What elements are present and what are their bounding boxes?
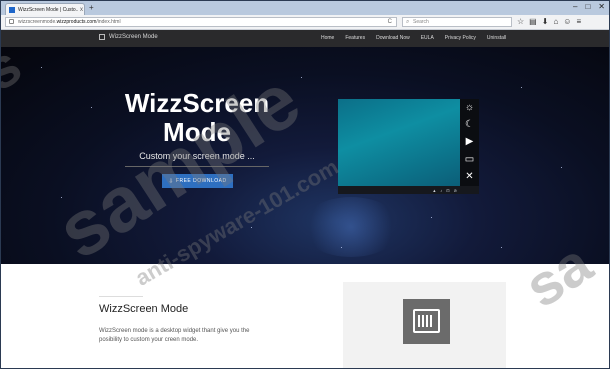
- screen-mode-widget: ☼ ☾ ▶ ▭ ✕: [460, 99, 479, 186]
- tab-close-icon[interactable]: x: [80, 7, 83, 13]
- nav-uninstall[interactable]: Uninstall: [487, 35, 506, 41]
- hero-glow: [301, 197, 401, 257]
- browser-window: WizzScreen Mode | Custo... x + – □ ✕ wiz…: [0, 0, 610, 369]
- url-prefix: wizzscreenmode.: [18, 19, 57, 25]
- nav-home[interactable]: Home: [321, 35, 334, 41]
- search-placeholder: Search: [413, 19, 429, 25]
- tray-arrow-icon: ▲: [432, 187, 437, 193]
- tab-title: WizzScreen Mode | Custo...: [18, 6, 78, 13]
- account-icon[interactable]: ☺: [563, 16, 571, 28]
- tray-volume-icon: ♪: [440, 187, 443, 193]
- search-icon: ⌕: [406, 19, 410, 25]
- url-domain: wizzproducts.com: [56, 19, 97, 25]
- maximize-icon[interactable]: □: [585, 2, 590, 11]
- star: [501, 247, 502, 248]
- equalizer-monitor-icon: [403, 299, 450, 344]
- address-bar[interactable]: wizzscreenmode.wizzproducts.com/index.ht…: [5, 17, 397, 27]
- hero-title-line1: WizzScreen: [124, 88, 270, 118]
- downloads-icon[interactable]: ⬇: [542, 16, 549, 28]
- tray-app-icon: ⊘: [453, 187, 457, 193]
- reading-mode-icon: ▭: [464, 153, 475, 165]
- star: [251, 227, 252, 228]
- about-section: WizzScreen Mode WizzScreen mode is a des…: [1, 264, 609, 368]
- desktop-wallpaper: [338, 99, 460, 186]
- section-description: WizzScreen mode is a desktop widget than…: [99, 328, 250, 343]
- hero-title-line2: Mode: [163, 117, 231, 147]
- free-download-label: FREE DOWNLOAD: [175, 178, 227, 184]
- window-controls: – □ ✕: [573, 2, 605, 11]
- brightness-icon: ☼: [464, 101, 475, 113]
- home-icon[interactable]: ⌂: [553, 16, 558, 28]
- url-path: /index.html: [96, 19, 121, 25]
- browser-tab[interactable]: WizzScreen Mode | Custo... x: [5, 3, 85, 15]
- hero-title: WizzScreen Mode: [113, 89, 281, 147]
- star: [521, 87, 522, 88]
- reload-icon[interactable]: C: [388, 18, 392, 26]
- menu-icon[interactable]: ≡: [576, 16, 581, 28]
- star: [91, 107, 92, 108]
- nav-features[interactable]: Features: [345, 35, 365, 41]
- favicon-icon: [9, 6, 15, 13]
- nav-download-now[interactable]: Download Now: [376, 35, 410, 41]
- new-tab-button[interactable]: +: [89, 3, 94, 13]
- section-heading: WizzScreen Mode: [99, 303, 189, 315]
- hero-subtitle: Custom your screen mode ...: [139, 151, 255, 161]
- night-mode-icon: ☾: [465, 119, 474, 131]
- bookmark-star-icon[interactable]: ☆: [517, 16, 524, 28]
- desktop-taskbar: ▲ ♪ ⊡ ⊘: [338, 186, 479, 194]
- nav-eula[interactable]: EULA: [421, 35, 434, 41]
- tab-bar: WizzScreen Mode | Custo... x + – □ ✕: [1, 1, 609, 15]
- brand-logo-icon: [99, 34, 105, 40]
- reading-list-icon[interactable]: ▤: [529, 16, 537, 28]
- feature-box: [343, 282, 506, 368]
- section-divider: [99, 296, 143, 297]
- star: [301, 77, 302, 78]
- minimize-icon[interactable]: –: [573, 2, 577, 11]
- tray-network-icon: ⊡: [446, 187, 450, 193]
- nav-privacy-policy[interactable]: Privacy Policy: [445, 35, 476, 41]
- hero-divider: [125, 166, 269, 167]
- site-info-icon[interactable]: [9, 19, 14, 24]
- navigation-toolbar: wizzscreenmode.wizzproducts.com/index.ht…: [1, 15, 609, 30]
- widget-close-icon: ✕: [465, 171, 474, 183]
- search-input[interactable]: ⌕ Search: [402, 17, 512, 27]
- product-screenshot: ☼ ☾ ▶ ▭ ✕ ▲ ♪ ⊡ ⊘: [338, 99, 479, 194]
- toolbar-icons: ☆ ▤ ⬇ ⌂ ☺ ≡: [517, 16, 581, 28]
- free-download-button[interactable]: ⇩ FREE DOWNLOAD: [162, 174, 233, 188]
- star: [561, 167, 562, 168]
- star: [61, 197, 62, 198]
- star: [431, 217, 432, 218]
- video-mode-icon: ▶: [465, 136, 474, 148]
- site-nav: Home Features Download Now EULA Privacy …: [321, 35, 506, 41]
- site-header: WizzScreen Mode Home Features Download N…: [1, 30, 609, 47]
- star: [341, 247, 342, 248]
- download-icon: ⇩: [168, 178, 174, 185]
- site-brand[interactable]: WizzScreen Mode: [99, 34, 158, 40]
- close-window-icon[interactable]: ✕: [598, 2, 605, 11]
- brand-name: WizzScreen Mode: [109, 34, 158, 40]
- hero-section: WizzScreen Mode Custom your screen mode …: [1, 47, 609, 264]
- star: [41, 67, 42, 68]
